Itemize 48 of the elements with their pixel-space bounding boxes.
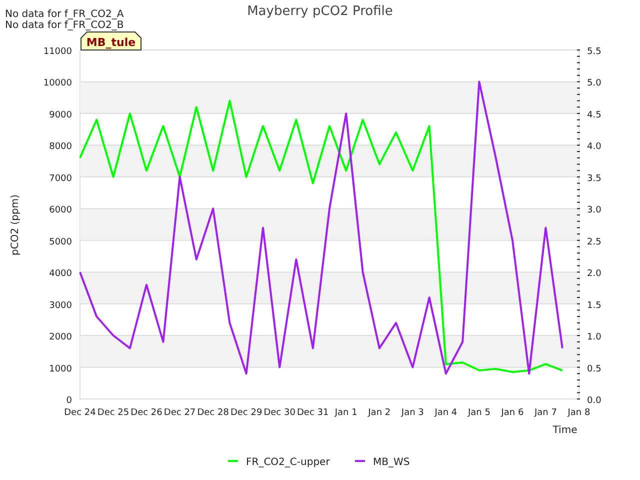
- chart-title: Mayberry pCO2 Profile: [247, 4, 393, 19]
- x-tick-label: Dec 29: [230, 408, 262, 418]
- y2-tick-label: 0.5: [587, 364, 602, 374]
- x-tick-label: Dec 26: [130, 408, 162, 418]
- no-data-notice: No data for f_FR_CO2_B: [5, 20, 124, 31]
- site-label: MB_tule: [80, 32, 142, 50]
- y-tick-label: 10000: [43, 78, 72, 89]
- x-tick-label: Jan 7: [534, 408, 557, 418]
- x-tick-label: Jan 2: [368, 408, 391, 418]
- y-tick-label: 6000: [49, 206, 72, 216]
- y-tick-label: 9000: [49, 110, 72, 120]
- x-tick-label: Dec 25: [97, 408, 130, 418]
- y-tick-label: 8000: [49, 142, 72, 152]
- x-tick-label: Dec 30: [264, 408, 296, 418]
- y-tick-label: 5000: [49, 237, 72, 248]
- y2-tick-label: 1.0: [587, 332, 602, 343]
- legend-label: MB_WS: [373, 457, 410, 468]
- x-tick-label: Jan 4: [434, 408, 458, 418]
- x-axis-label: Time: [552, 425, 578, 436]
- x-tick-label: Jan 1: [334, 408, 358, 418]
- y-tick-label: 3000: [49, 300, 72, 311]
- y2-tick-label: 4.5: [587, 110, 602, 120]
- y-tick-label: 11000: [43, 47, 72, 57]
- x-tick-label: Jan 6: [501, 408, 524, 418]
- y-tick-label: 1000: [49, 364, 72, 374]
- y-tick-label: 0: [66, 396, 72, 406]
- y2-tick-label: 5.5: [587, 47, 602, 57]
- x-tick-label: Jan 5: [468, 408, 490, 418]
- y2-tick-label: 4.0: [587, 142, 602, 152]
- y2-tick-label: 0.0: [587, 396, 602, 406]
- no-data-notice: No data for f_FR_CO2_A: [5, 9, 124, 20]
- y2-tick-label: 2.0: [587, 269, 602, 280]
- x-tick-label: Dec 31: [297, 408, 329, 418]
- x-tick-label: Dec 28: [197, 408, 229, 418]
- x-tick-label: Dec 24: [64, 408, 96, 418]
- y-tick-label: 7000: [49, 174, 72, 184]
- legend-label: FR_CO2_C-upper: [246, 457, 330, 468]
- y-tick-label: 2000: [49, 332, 72, 343]
- y-tick-label: 4000: [49, 269, 72, 280]
- y2-tick-label: 1.5: [587, 300, 602, 311]
- y2-tick-label: 2.5: [587, 237, 602, 248]
- x-tick-label: Dec 27: [164, 408, 196, 418]
- x-tick-label: Jan 3: [401, 408, 424, 418]
- y2-tick-label: 3.5: [587, 174, 602, 184]
- y2-tick-label: 3.0: [587, 206, 602, 216]
- x-tick-label: Jan 8: [568, 408, 590, 418]
- y-axis-label: pCO2 (ppm): [10, 194, 21, 256]
- y2-tick-label: 5.0: [587, 78, 602, 89]
